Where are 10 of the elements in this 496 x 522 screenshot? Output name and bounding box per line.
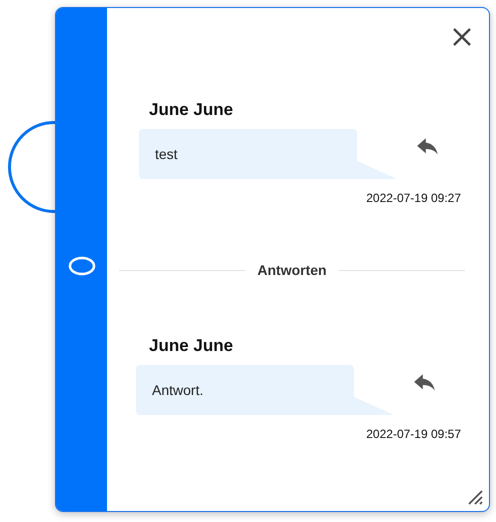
replies-heading: Antworten (257, 262, 327, 278)
author-name: June June (149, 336, 234, 356)
close-button[interactable] (451, 26, 473, 48)
timestamp: 2022-07-19 09:57 (366, 427, 461, 441)
timestamp: 2022-07-19 09:27 (366, 191, 461, 205)
resize-grip-icon[interactable] (467, 489, 483, 505)
message-bubble: test (139, 129, 357, 179)
message-bubble: Antwort. (136, 365, 354, 415)
ellipse-icon (68, 256, 96, 276)
author-name: June June (149, 100, 234, 120)
